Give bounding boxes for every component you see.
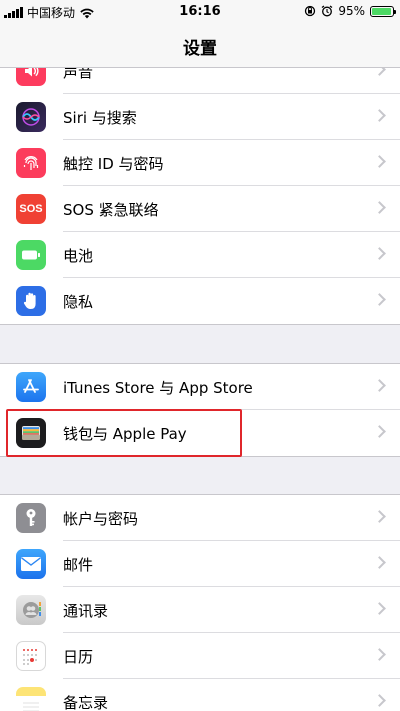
row-label: 钱包与 Apple Pay (63, 425, 187, 443)
notes-icon (16, 687, 46, 711)
row-label: 电池 (63, 247, 94, 265)
chevron-right-icon (373, 556, 386, 569)
row-battery[interactable]: 电池 (0, 232, 400, 278)
chevron-right-icon (373, 602, 386, 615)
row-label: 隐私 (63, 293, 94, 311)
chevron-right-icon (373, 247, 386, 260)
row-label: 邮件 (63, 556, 94, 574)
chevron-right-icon (373, 425, 386, 438)
chevron-right-icon (373, 694, 386, 707)
row-itunes-app-store[interactable]: iTunes Store 与 App Store (0, 364, 400, 410)
row-notes[interactable]: 备忘录 (0, 679, 400, 711)
chevron-right-icon (373, 379, 386, 392)
calendar-icon (16, 641, 46, 671)
row-contacts[interactable]: 通讯录 (0, 587, 400, 633)
wallet-icon (16, 418, 46, 448)
row-label: 通讯录 (63, 602, 109, 620)
chevron-right-icon (373, 648, 386, 661)
chevron-right-icon (373, 293, 386, 306)
status-bar: 中国移动 16:16 95% (0, 0, 400, 24)
battery-icon (16, 240, 46, 270)
row-label: 帐户与密码 (63, 510, 139, 528)
contacts-icon (16, 595, 46, 625)
nav-bar: 设置 (0, 24, 400, 68)
row-accounts-passwords[interactable]: 帐户与密码 (0, 495, 400, 541)
fingerprint-icon (16, 148, 46, 178)
row-calendar[interactable]: 日历 (0, 633, 400, 679)
battery-percent: 95% (338, 4, 365, 18)
row-label: 日历 (63, 648, 94, 666)
page-title: 设置 (183, 39, 217, 59)
row-label: Siri 与搜索 (63, 109, 137, 127)
sos-icon-text: SOS (19, 203, 43, 215)
row-wallet-apple-pay[interactable]: 钱包与 Apple Pay (0, 410, 400, 456)
siri-icon (16, 102, 46, 132)
row-privacy[interactable]: 隐私 (0, 278, 400, 324)
sos-icon: SOS (16, 194, 46, 224)
mail-icon (16, 549, 46, 579)
settings-group-1: 声音 Siri 与搜索 触控 ID 与密码 SOS SOS 紧急联络 电池 隐私 (0, 47, 400, 325)
settings-group-3: 帐户与密码 邮件 通讯录 日历 备忘录 (0, 494, 400, 711)
chevron-right-icon (373, 201, 386, 214)
orientation-lock-icon (305, 5, 316, 17)
chevron-right-icon (373, 109, 386, 122)
settings-group-2: iTunes Store 与 App Store 钱包与 Apple Pay (0, 363, 400, 457)
row-label: iTunes Store 与 App Store (63, 379, 253, 397)
row-label: 备忘录 (63, 694, 109, 711)
battery-icon (370, 5, 396, 17)
app-store-icon (16, 372, 46, 402)
row-touch-id[interactable]: 触控 ID 与密码 (0, 140, 400, 186)
row-mail[interactable]: 邮件 (0, 541, 400, 587)
alarm-icon (321, 5, 333, 17)
row-siri[interactable]: Siri 与搜索 (0, 94, 400, 140)
status-right: 95% (304, 4, 396, 18)
row-sos[interactable]: SOS SOS 紧急联络 (0, 186, 400, 232)
key-icon (16, 503, 46, 533)
hand-icon (16, 286, 46, 316)
chevron-right-icon (373, 510, 386, 523)
chevron-right-icon (373, 155, 386, 168)
row-label: 触控 ID 与密码 (63, 155, 164, 173)
row-label: SOS 紧急联络 (63, 201, 159, 219)
